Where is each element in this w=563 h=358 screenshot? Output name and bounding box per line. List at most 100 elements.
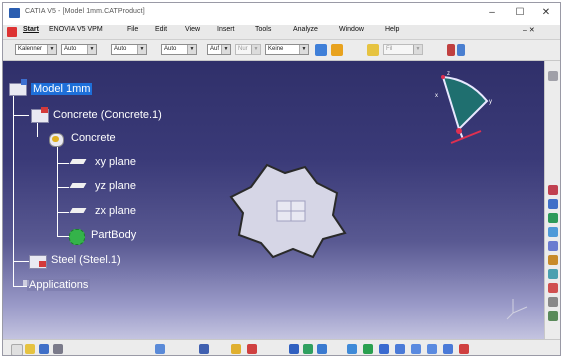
new-document-icon[interactable]	[11, 344, 23, 355]
plane-icon[interactable]	[69, 183, 87, 188]
3d-viewport[interactable]: Model 1mm Concrete (Concrete.1) Concrete…	[3, 61, 544, 339]
menu-analyze[interactable]: Analyze	[293, 26, 318, 33]
menu-close-doc[interactable]: – ✕	[523, 26, 535, 34]
zoom-out-icon[interactable]	[427, 344, 437, 354]
compass-label-y: y	[489, 99, 492, 105]
undo-icon[interactable]	[155, 344, 165, 354]
filter-icon[interactable]	[457, 44, 465, 56]
layer-filter-combo[interactable]: Nur ▼	[235, 44, 261, 55]
transparency-combo[interactable]: Auto ▼	[61, 44, 97, 55]
part-icon-accent	[52, 136, 59, 142]
tree-node-model-root[interactable]: Model 1mm	[31, 83, 93, 95]
axis-triad	[506, 299, 528, 320]
tree-node-concrete-part[interactable]: Concrete	[71, 132, 116, 144]
menu-bar: Start ENOVIA V5 VPM File Edit View Inser…	[3, 25, 560, 40]
tree-node-applications[interactable]: Applications	[27, 279, 91, 291]
color-combo[interactable]: Kalenner ▼	[15, 44, 57, 55]
plane-icon[interactable]	[69, 159, 87, 164]
tree-node-yz-plane[interactable]: yz plane	[95, 180, 136, 192]
line-type-combo[interactable]: Auto ▼	[161, 44, 197, 55]
filter-combo[interactable]: Fil ▼	[383, 44, 423, 55]
tree-node-concrete-product[interactable]: Concrete (Concrete.1)	[53, 109, 162, 121]
tree-node-steel-product[interactable]: Steel (Steel.1)	[51, 254, 121, 266]
folder-icon[interactable]	[367, 44, 379, 56]
chevron-down-icon: ▼	[137, 45, 146, 54]
view-mode-icon[interactable]	[459, 344, 469, 354]
chevron-down-icon: ▼	[251, 45, 260, 54]
tree-connector	[37, 123, 38, 137]
fly-mode-icon[interactable]	[347, 344, 357, 354]
catalog-icon[interactable]	[289, 344, 299, 354]
menu-window[interactable]: Window	[339, 26, 364, 33]
chevron-down-icon: ▼	[187, 45, 196, 54]
zoom-in-icon[interactable]	[411, 344, 421, 354]
product-structure-icon[interactable]	[548, 185, 558, 195]
pan-icon[interactable]	[379, 344, 389, 354]
plane-icon[interactable]	[69, 208, 87, 213]
assembly-constraints-icon[interactable]	[548, 71, 558, 81]
tree-node-partbody[interactable]: PartBody	[91, 229, 136, 241]
tree-connector	[13, 87, 14, 287]
tree-connector	[13, 286, 27, 287]
fit-all-icon[interactable]	[363, 344, 373, 354]
normal-view-icon[interactable]	[443, 344, 453, 354]
copy-properties-icon[interactable]	[331, 44, 343, 56]
graph-icon[interactable]	[247, 344, 257, 354]
rotate-icon[interactable]	[395, 344, 405, 354]
fix-icon[interactable]	[548, 269, 558, 279]
menu-insert[interactable]: Insert	[217, 26, 235, 33]
chevron-down-icon: ▼	[413, 45, 422, 54]
print-icon[interactable]	[53, 344, 63, 354]
properties-icon[interactable]	[447, 44, 455, 56]
tree-toggle-icon[interactable]	[303, 344, 313, 354]
compass-origin[interactable]	[456, 128, 462, 134]
layer-filter-combo-value: Nur	[238, 46, 248, 52]
line-width-combo[interactable]: Auto ▼	[111, 44, 147, 55]
compass-widget[interactable]: z y x	[429, 67, 501, 147]
offset-icon[interactable]	[548, 297, 558, 307]
line-type-combo-value: Auto	[164, 46, 177, 52]
snap-icon[interactable]	[548, 213, 558, 223]
layer-combo[interactable]: Keine ▼	[265, 44, 309, 55]
menu-edit[interactable]: Edit	[155, 26, 167, 33]
constraint-icon[interactable]	[548, 255, 558, 265]
partbody-gear-icon[interactable]	[69, 229, 85, 245]
clash-icon[interactable]	[548, 241, 558, 251]
minimize-button[interactable]: –	[481, 6, 503, 20]
close-button[interactable]: ✕	[535, 6, 557, 20]
chevron-down-icon: ▼	[87, 45, 96, 54]
function-icon[interactable]	[231, 344, 241, 354]
menu-enovia[interactable]: ENOVIA V5 VPM	[49, 26, 103, 33]
tree-node-xy-plane[interactable]: xy plane	[95, 156, 136, 168]
part-geometry[interactable]	[227, 157, 351, 261]
compass-base-line[interactable]	[450, 130, 482, 144]
compass-label-z: z	[447, 71, 450, 77]
point-type-combo[interactable]: Auf ▼	[207, 44, 231, 55]
contact-icon[interactable]	[548, 283, 558, 293]
menu-view[interactable]: View	[185, 26, 200, 33]
right-toolbar	[544, 61, 560, 339]
save-icon[interactable]	[39, 344, 49, 354]
layout-icon[interactable]	[317, 344, 327, 354]
what-is-this-icon[interactable]	[199, 344, 209, 354]
explode-icon[interactable]	[548, 227, 558, 237]
paint-brush-icon[interactable]	[315, 44, 327, 56]
tree-connector	[57, 212, 69, 213]
tree-connector	[13, 261, 29, 262]
menu-start[interactable]: Start	[23, 26, 39, 33]
part-hole-2	[290, 200, 306, 212]
tree-node-zx-plane[interactable]: zx plane	[95, 205, 136, 217]
compass-plane[interactable]	[441, 75, 489, 131]
open-folder-icon[interactable]	[25, 344, 35, 354]
maximize-button[interactable]: ☐	[509, 6, 531, 20]
compass-tip[interactable]	[441, 75, 445, 79]
product-icon-accent	[41, 107, 48, 113]
move-icon[interactable]	[548, 199, 558, 209]
menu-help[interactable]: Help	[385, 26, 399, 33]
start-logo-icon[interactable]	[7, 27, 17, 37]
menu-file[interactable]: File	[127, 26, 138, 33]
update-icon[interactable]	[548, 311, 558, 321]
menu-tools[interactable]: Tools	[255, 26, 271, 33]
window-title: CATIA V5 - [Model 1mm.CATProduct]	[25, 8, 145, 15]
part-hole-3	[276, 210, 292, 222]
